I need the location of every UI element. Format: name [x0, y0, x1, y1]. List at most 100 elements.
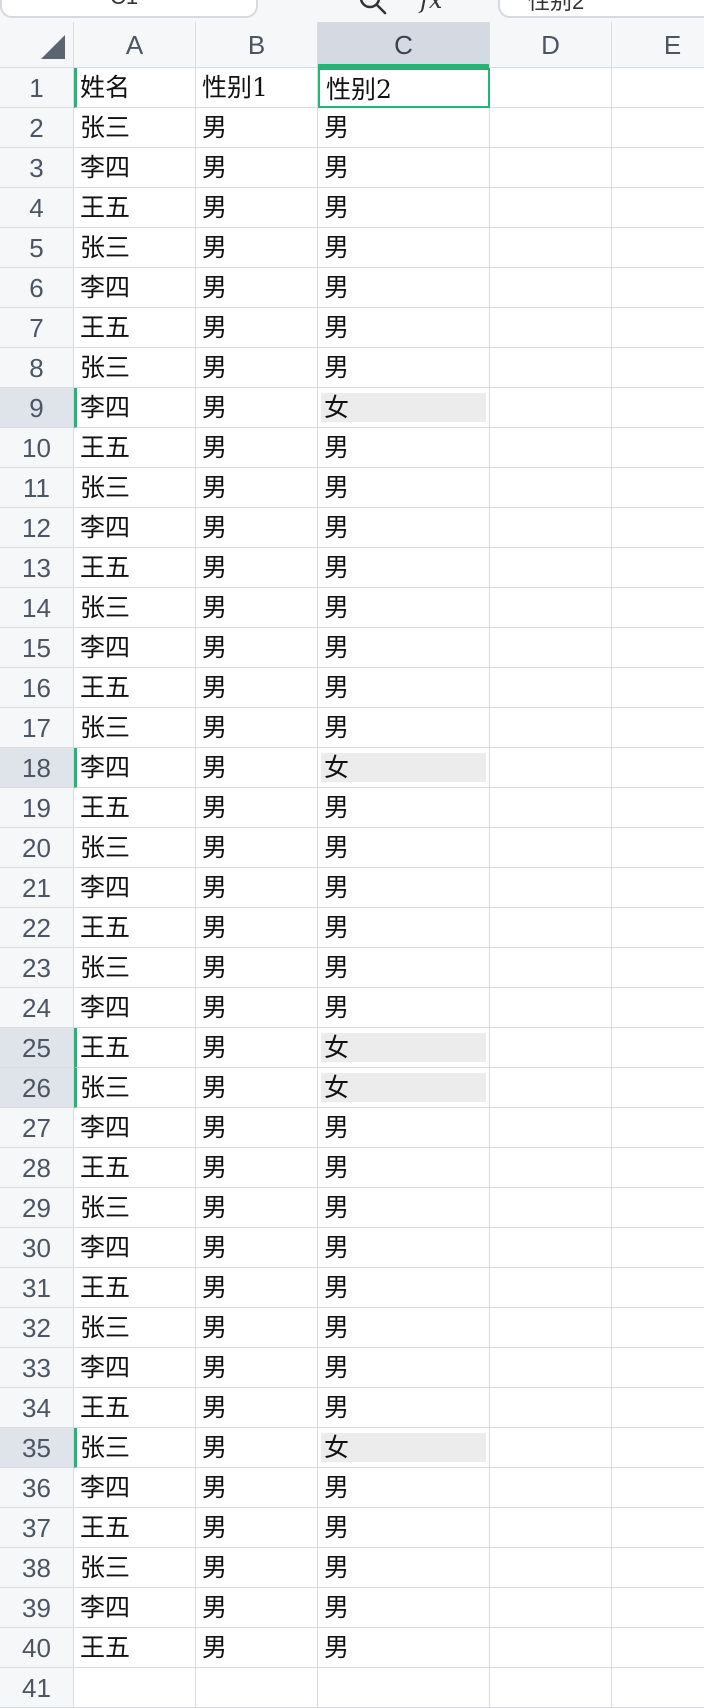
- cell-e18[interactable]: [612, 748, 704, 788]
- cell-b11[interactable]: 男: [196, 468, 318, 508]
- cell-d37[interactable]: [490, 1508, 612, 1548]
- cell-e25[interactable]: [612, 1028, 704, 1068]
- cell-b25[interactable]: 男: [196, 1028, 318, 1068]
- cell-d33[interactable]: [490, 1348, 612, 1388]
- cell-c12[interactable]: 男: [318, 508, 490, 548]
- cell-b13[interactable]: 男: [196, 548, 318, 588]
- cell-c31[interactable]: 男: [318, 1268, 490, 1308]
- cell-e38[interactable]: [612, 1548, 704, 1588]
- row-header[interactable]: 6: [0, 268, 74, 308]
- cell-a15[interactable]: 李四: [74, 628, 196, 668]
- cell-e36[interactable]: [612, 1468, 704, 1508]
- cell-e5[interactable]: [612, 228, 704, 268]
- cell-e15[interactable]: [612, 628, 704, 668]
- cell-e1[interactable]: [612, 68, 704, 108]
- cell-e11[interactable]: [612, 468, 704, 508]
- cell-a18[interactable]: 李四: [74, 748, 196, 788]
- cell-c40[interactable]: 男: [318, 1628, 490, 1668]
- cell-a24[interactable]: 李四: [74, 988, 196, 1028]
- cell-a4[interactable]: 王五: [74, 188, 196, 228]
- cell-b37[interactable]: 男: [196, 1508, 318, 1548]
- cell-e16[interactable]: [612, 668, 704, 708]
- cell-d4[interactable]: [490, 188, 612, 228]
- cell-b23[interactable]: 男: [196, 948, 318, 988]
- cell-d36[interactable]: [490, 1468, 612, 1508]
- row-header[interactable]: 27: [0, 1108, 74, 1148]
- cell-e24[interactable]: [612, 988, 704, 1028]
- cell-e29[interactable]: [612, 1188, 704, 1228]
- row-header[interactable]: 35: [0, 1428, 74, 1468]
- cell-a21[interactable]: 李四: [74, 868, 196, 908]
- cell-b16[interactable]: 男: [196, 668, 318, 708]
- cell-c15[interactable]: 男: [318, 628, 490, 668]
- cell-e10[interactable]: [612, 428, 704, 468]
- cell-d39[interactable]: [490, 1588, 612, 1628]
- cell-c19[interactable]: 男: [318, 788, 490, 828]
- cell-e31[interactable]: [612, 1268, 704, 1308]
- cell-d41[interactable]: [490, 1668, 612, 1708]
- cell-e35[interactable]: [612, 1428, 704, 1468]
- row-header[interactable]: 5: [0, 228, 74, 268]
- cell-c8[interactable]: 男: [318, 348, 490, 388]
- cell-d5[interactable]: [490, 228, 612, 268]
- cell-b19[interactable]: 男: [196, 788, 318, 828]
- cell-a31[interactable]: 王五: [74, 1268, 196, 1308]
- cell-e23[interactable]: [612, 948, 704, 988]
- cell-d9[interactable]: [490, 388, 612, 428]
- cell-a36[interactable]: 李四: [74, 1468, 196, 1508]
- cell-e12[interactable]: [612, 508, 704, 548]
- cell-a26[interactable]: 张三: [74, 1068, 196, 1108]
- cell-e30[interactable]: [612, 1228, 704, 1268]
- row-header[interactable]: 3: [0, 148, 74, 188]
- cell-a34[interactable]: 王五: [74, 1388, 196, 1428]
- row-header[interactable]: 31: [0, 1268, 74, 1308]
- cell-e3[interactable]: [612, 148, 704, 188]
- cell-c37[interactable]: 男: [318, 1508, 490, 1548]
- cell-d26[interactable]: [490, 1068, 612, 1108]
- cell-a3[interactable]: 李四: [74, 148, 196, 188]
- cell-e8[interactable]: [612, 348, 704, 388]
- cell-d3[interactable]: [490, 148, 612, 188]
- cell-d7[interactable]: [490, 308, 612, 348]
- row-header[interactable]: 37: [0, 1508, 74, 1548]
- cell-b9[interactable]: 男: [196, 388, 318, 428]
- cell-a29[interactable]: 张三: [74, 1188, 196, 1228]
- cell-d17[interactable]: [490, 708, 612, 748]
- cell-c4[interactable]: 男: [318, 188, 490, 228]
- cell-a7[interactable]: 王五: [74, 308, 196, 348]
- cell-a9[interactable]: 李四: [74, 388, 196, 428]
- cell-e20[interactable]: [612, 828, 704, 868]
- cell-a8[interactable]: 张三: [74, 348, 196, 388]
- column-header-e[interactable]: E: [612, 22, 704, 68]
- cell-a14[interactable]: 张三: [74, 588, 196, 628]
- cell-e13[interactable]: [612, 548, 704, 588]
- cell-c24[interactable]: 男: [318, 988, 490, 1028]
- cell-b22[interactable]: 男: [196, 908, 318, 948]
- cell-c41[interactable]: [318, 1668, 490, 1708]
- row-header[interactable]: 20: [0, 828, 74, 868]
- row-header[interactable]: 14: [0, 588, 74, 628]
- cell-d1[interactable]: [490, 68, 612, 108]
- cell-c38[interactable]: 男: [318, 1548, 490, 1588]
- row-header[interactable]: 24: [0, 988, 74, 1028]
- cell-c25[interactable]: 女: [318, 1028, 490, 1068]
- cell-b24[interactable]: 男: [196, 988, 318, 1028]
- cell-b40[interactable]: 男: [196, 1628, 318, 1668]
- cell-c20[interactable]: 男: [318, 828, 490, 868]
- row-header[interactable]: 22: [0, 908, 74, 948]
- cell-c14[interactable]: 男: [318, 588, 490, 628]
- row-header[interactable]: 25: [0, 1028, 74, 1068]
- column-header-d[interactable]: D: [490, 22, 612, 68]
- cell-e9[interactable]: [612, 388, 704, 428]
- cell-e2[interactable]: [612, 108, 704, 148]
- column-header-b[interactable]: B: [196, 22, 318, 68]
- cell-c27[interactable]: 男: [318, 1108, 490, 1148]
- cell-b26[interactable]: 男: [196, 1068, 318, 1108]
- cell-b3[interactable]: 男: [196, 148, 318, 188]
- cell-d2[interactable]: [490, 108, 612, 148]
- cell-b21[interactable]: 男: [196, 868, 318, 908]
- cell-d27[interactable]: [490, 1108, 612, 1148]
- cell-b38[interactable]: 男: [196, 1548, 318, 1588]
- cell-c2[interactable]: 男: [318, 108, 490, 148]
- row-header[interactable]: 38: [0, 1548, 74, 1588]
